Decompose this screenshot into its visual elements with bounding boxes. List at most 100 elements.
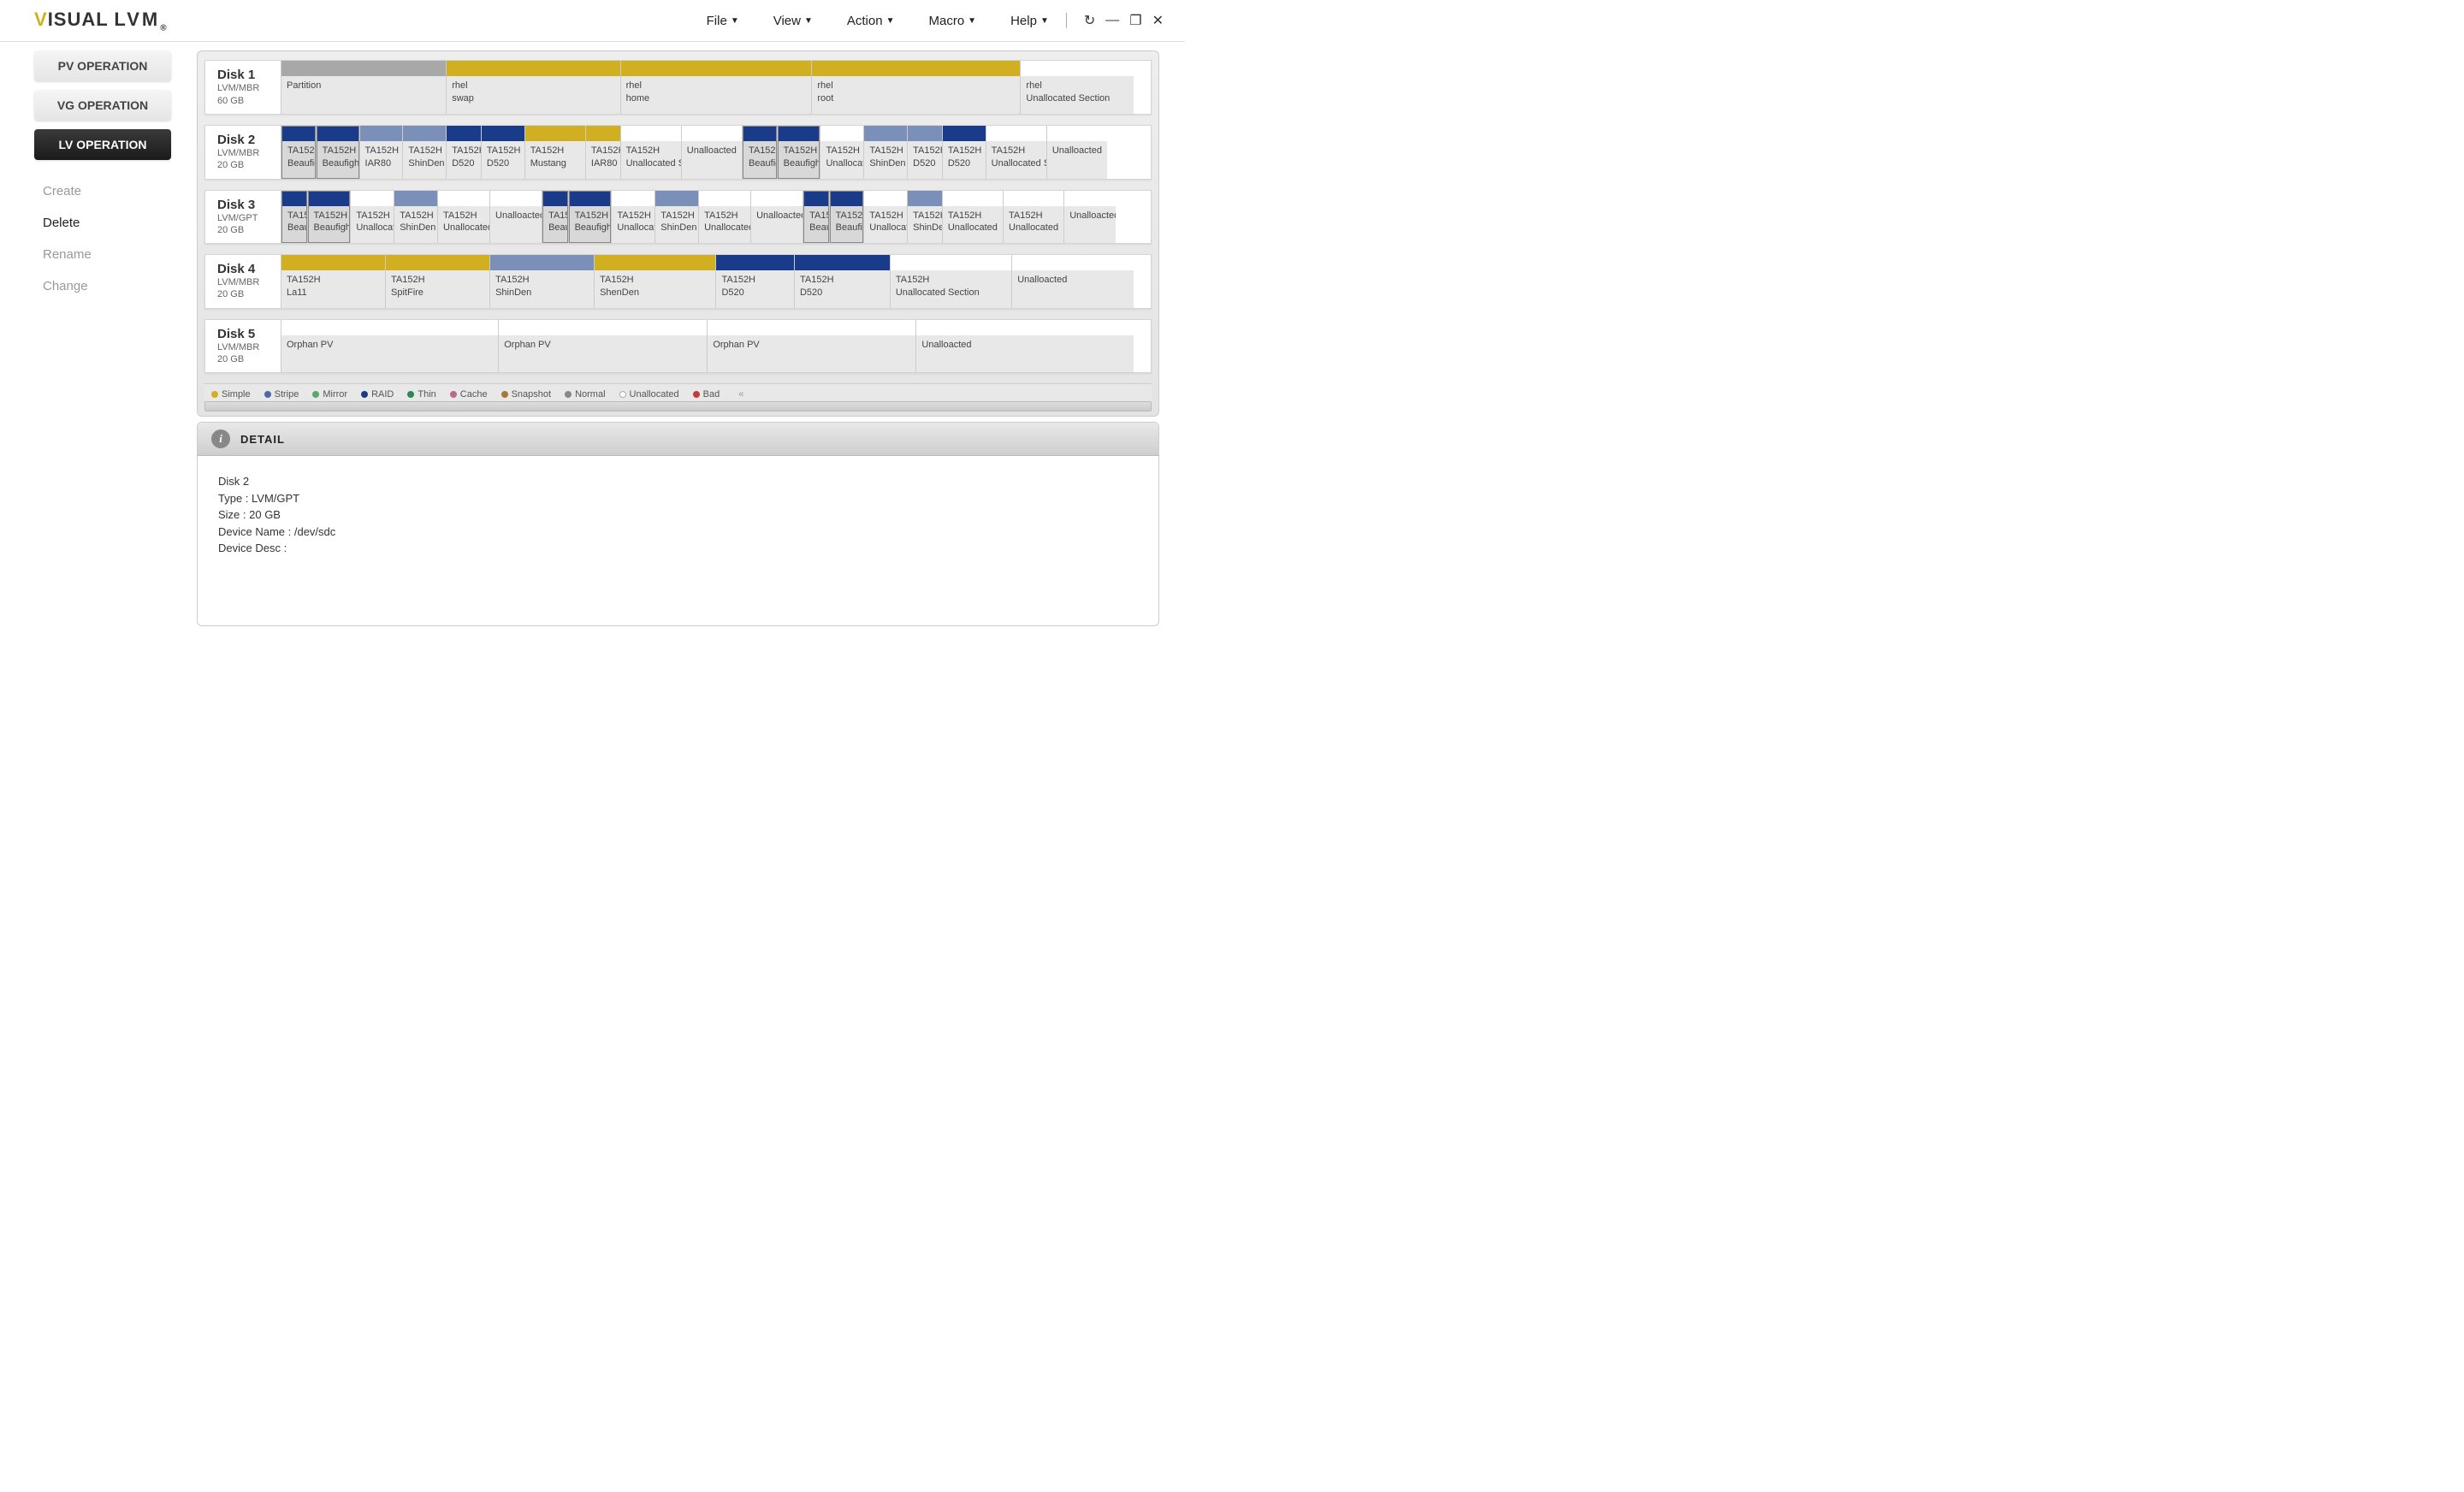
refresh-icon[interactable]: ↻ xyxy=(1084,12,1095,29)
horizontal-scrollbar[interactable] xyxy=(204,401,1152,411)
segment[interactable]: TA152HUnallocated xyxy=(942,191,1003,244)
segment[interactable]: TA152HShinDen xyxy=(402,126,446,179)
op-lv-operation[interactable]: LV OPERATION xyxy=(34,129,171,160)
logo-v: V xyxy=(34,9,48,30)
segment[interactable]: TA152HBeaufighter xyxy=(307,191,351,244)
segment[interactable]: rhelswap xyxy=(446,61,619,114)
segment[interactable]: TA152HD520 xyxy=(446,126,481,179)
segment[interactable]: Orphan PV xyxy=(281,320,498,373)
disk-label[interactable]: Disk 2LVM/MBR20 GB xyxy=(205,126,281,179)
segment[interactable]: TA152HBeaufighter xyxy=(281,191,307,244)
legend: SimpleStripeMirrorRAIDThinCacheSnapshotN… xyxy=(204,383,1152,401)
segment[interactable]: TA152HIAR80 xyxy=(359,126,403,179)
detail-line: Size : 20 GB xyxy=(218,506,1138,524)
segment[interactable]: TA152HBeaufighter xyxy=(803,191,829,244)
segment[interactable]: TA152HBeaufighter xyxy=(829,191,864,244)
disk-label[interactable]: Disk 4LVM/MBR20 GB xyxy=(205,255,281,308)
window-controls: ↻ — ❐ ✕ xyxy=(1084,12,1164,29)
detail-line: Disk 2 xyxy=(218,473,1138,490)
op-vg-operation[interactable]: VG OPERATION xyxy=(34,90,171,121)
logo-lvm: LVM xyxy=(114,9,160,30)
segment[interactable]: TA152HBeaufighter xyxy=(742,126,777,179)
action-change[interactable]: Change xyxy=(43,270,184,302)
segment[interactable]: TA152HShinDen xyxy=(863,126,907,179)
menu-view[interactable]: View▼ xyxy=(773,14,813,28)
lv-actions: CreateDeleteRenameChange xyxy=(34,175,184,302)
legend-raid: RAID xyxy=(361,389,394,400)
segment[interactable]: Partition xyxy=(281,61,446,114)
segment[interactable]: Orphan PV xyxy=(498,320,707,373)
detail-header: i DETAIL xyxy=(198,423,1158,456)
detail-line: Device Desc : xyxy=(218,540,1138,557)
legend-stripe: Stripe xyxy=(264,389,299,400)
segment[interactable]: TA152HSpitFire xyxy=(385,255,489,308)
segment[interactable]: TA152HBeaufighter xyxy=(542,191,568,244)
segment[interactable]: TA152HMustang xyxy=(524,126,585,179)
disk-area: Disk 1LVM/MBR60 GBPartitionrhelswaprhelh… xyxy=(197,50,1159,417)
action-rename[interactable]: Rename xyxy=(43,239,184,270)
disk-label[interactable]: Disk 1LVM/MBR60 GB xyxy=(205,61,281,114)
minimize-icon[interactable]: — xyxy=(1105,13,1119,28)
segment[interactable]: TA152HShinDen xyxy=(907,191,942,244)
segment[interactable]: TA152HUnallocated xyxy=(437,191,489,244)
disk-label[interactable]: Disk 3LVM/GPT20 GB xyxy=(205,191,281,244)
segment[interactable]: TA152HD520 xyxy=(794,255,890,308)
op-pv-operation[interactable]: PV OPERATION xyxy=(34,50,171,81)
sidebar: PV OPERATION VG OPERATION LV OPERATION Cre… xyxy=(0,50,197,625)
menu-macro[interactable]: Macro▼ xyxy=(928,14,976,28)
segment[interactable]: TA152HUnallocated xyxy=(698,191,750,244)
segment[interactable]: TA152HUnallocated Section xyxy=(620,126,681,179)
segment[interactable]: TA152HUnallocated Section xyxy=(890,255,1011,308)
maximize-icon[interactable]: ❐ xyxy=(1129,12,1141,29)
legend-unallocated: Unallocated xyxy=(619,389,679,400)
segment[interactable]: TA152HBeaufighter xyxy=(316,126,359,179)
segment[interactable]: TA152HLa11 xyxy=(281,255,385,308)
segment[interactable]: Unalloacted xyxy=(1011,255,1133,308)
app-logo: VISUAL LVM® xyxy=(34,9,168,33)
menu-action[interactable]: Action▼ xyxy=(847,14,895,28)
action-delete[interactable]: Delete xyxy=(43,207,184,239)
segment[interactable]: TA152HUnallocated Section xyxy=(986,126,1046,179)
disk-row-4: Disk 4LVM/MBR20 GBTA152HLa11TA152HSpitFi… xyxy=(204,254,1152,309)
segment[interactable]: TA152HShenDen xyxy=(594,255,715,308)
segment[interactable]: Unalloacted xyxy=(750,191,803,244)
menu-file[interactable]: File▼ xyxy=(707,14,739,28)
segment[interactable]: TA152HUnallocated xyxy=(611,191,654,244)
segment[interactable]: rhelhome xyxy=(620,61,812,114)
legend-snapshot: Snapshot xyxy=(501,389,551,400)
legend-bad: Bad xyxy=(693,389,720,400)
disk-row-2: Disk 2LVM/MBR20 GBTA152HBeaufighterTA152… xyxy=(204,125,1152,180)
segment[interactable]: TA152HD520 xyxy=(715,255,794,308)
segment[interactable]: Unalloacted xyxy=(915,320,1133,373)
disk-row-3: Disk 3LVM/GPT20 GBTA152HBeaufighterTA152… xyxy=(204,190,1152,245)
segment[interactable]: rhelUnallocated Section xyxy=(1020,61,1133,114)
disk-label[interactable]: Disk 5LVM/MBR20 GB xyxy=(205,320,281,373)
segment[interactable]: TA152HD520 xyxy=(481,126,524,179)
segment[interactable]: TA152HUnallocated xyxy=(863,191,907,244)
segment[interactable]: TA152HUnallocated xyxy=(1003,191,1063,244)
segment[interactable]: TA152HIAR80 xyxy=(585,126,620,179)
segment[interactable]: rhelroot xyxy=(811,61,1020,114)
segment[interactable]: Unalloacted xyxy=(1046,126,1107,179)
segment[interactable]: Unalloacted xyxy=(489,191,542,244)
logo-reg: ® xyxy=(160,23,167,33)
segment[interactable]: Orphan PV xyxy=(707,320,915,373)
segment[interactable]: TA152HShinDen xyxy=(489,255,594,308)
disk-row-5: Disk 5LVM/MBR20 GBOrphan PVOrphan PVOrph… xyxy=(204,319,1152,374)
segment[interactable]: Unalloacted xyxy=(1063,191,1116,244)
segment[interactable]: TA152HShinDen xyxy=(394,191,437,244)
segment[interactable]: TA152HD520 xyxy=(907,126,942,179)
menu-help[interactable]: Help▼ xyxy=(1010,14,1049,28)
legend-collapse-icon[interactable]: « xyxy=(738,389,743,400)
segment[interactable]: TA152HUnallocated xyxy=(350,191,394,244)
segment[interactable]: TA152HBeaufighter xyxy=(568,191,612,244)
close-icon[interactable]: ✕ xyxy=(1152,12,1164,29)
segment[interactable]: TA152HD520 xyxy=(942,126,986,179)
segment[interactable]: TA152HBeaufighter xyxy=(281,126,316,179)
segment[interactable]: TA152HUnallocated xyxy=(820,126,863,179)
segment[interactable]: TA152HShinDen xyxy=(654,191,698,244)
action-create[interactable]: Create xyxy=(43,175,184,207)
segment[interactable]: TA152HBeaufighter xyxy=(777,126,820,179)
segment[interactable]: Unalloacted xyxy=(681,126,742,179)
content-area: Disk 1LVM/MBR60 GBPartitionrhelswaprhelh… xyxy=(197,50,1185,625)
